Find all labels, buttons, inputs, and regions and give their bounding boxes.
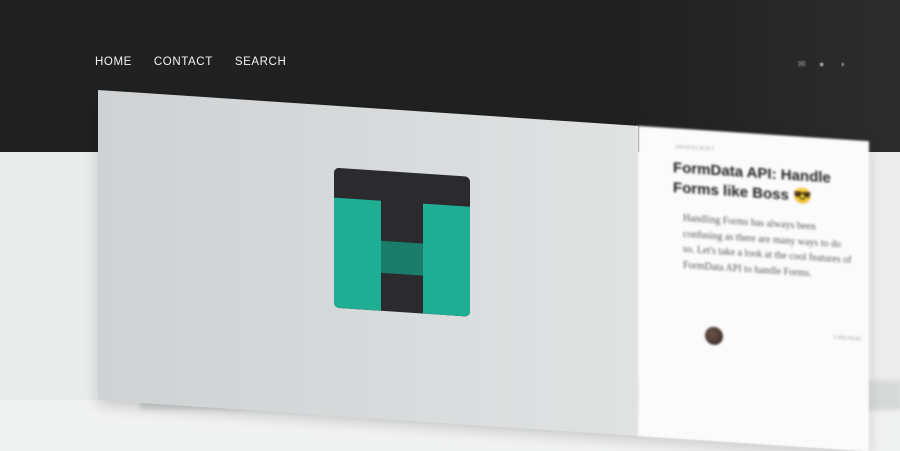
author-avatar[interactable] [705, 326, 723, 346]
mail-icon[interactable]: ✉ [798, 60, 807, 69]
read-time: 3 MIN READ [833, 334, 862, 343]
logo-middle-bar [381, 240, 423, 276]
post-logo [334, 167, 470, 317]
featured-post-card[interactable]: JAVASCRIPT FormData API: Handle Forms li… [98, 90, 869, 451]
post-title[interactable]: FormData API: Handle Forms like Boss 😎 [673, 158, 863, 211]
rss-icon[interactable]: ◗ [840, 60, 849, 69]
social-icons: ✉ ● ◗ [798, 60, 849, 69]
logo-left-bar [334, 197, 381, 311]
logo-right-bar [423, 203, 470, 317]
github-icon[interactable]: ● [819, 60, 828, 69]
post-summary: JAVASCRIPT FormData API: Handle Forms li… [638, 125, 869, 451]
main-nav: HOME CONTACT SEARCH [95, 56, 308, 68]
post-cover-image[interactable] [98, 90, 638, 436]
nav-search-link[interactable]: SEARCH [235, 56, 287, 68]
nav-home-link[interactable]: HOME [95, 56, 132, 68]
post-category[interactable]: JAVASCRIPT [675, 144, 715, 153]
post-excerpt: Handling Forms has always been confusing… [683, 212, 852, 279]
nav-contact-link[interactable]: CONTACT [154, 56, 213, 68]
